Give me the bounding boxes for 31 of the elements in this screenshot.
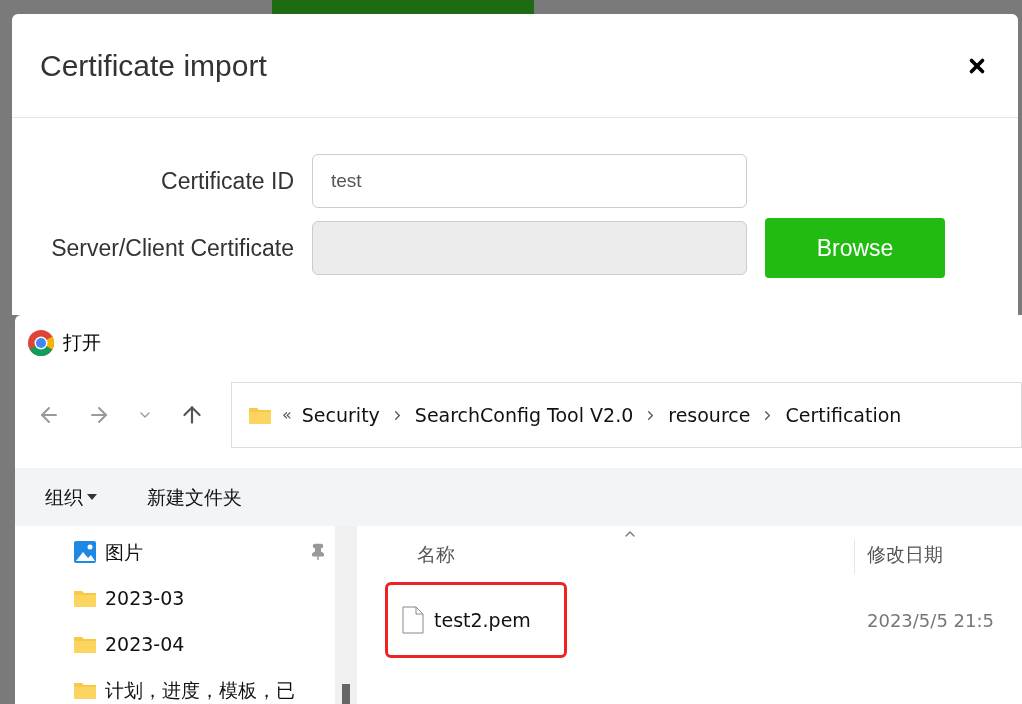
column-header[interactable]: 修改日期 xyxy=(855,539,943,574)
pin-icon[interactable] xyxy=(309,543,327,561)
folder-icon xyxy=(248,405,272,425)
modified-date: 2023/5/5 21:5 xyxy=(866,608,994,633)
picture-icon xyxy=(73,540,97,564)
folder-icon xyxy=(73,634,97,654)
field-label: Certificate ID xyxy=(160,166,295,196)
organize-menu[interactable]: 组织 xyxy=(45,482,97,512)
file-icon xyxy=(402,606,424,634)
file-item[interactable]: test2.pem xyxy=(385,582,567,658)
nav-item[interactable]: 2023-04 xyxy=(73,630,327,658)
address-bar[interactable]: « Security SearchConfig Tool V2.0 resource Certification xyxy=(231,382,1022,448)
folder-icon xyxy=(73,680,97,700)
path-overflow[interactable]: « xyxy=(282,403,292,427)
dialog-title: 打开 xyxy=(63,330,101,356)
path-segment[interactable]: SearchConfig Tool V2.0 xyxy=(414,400,634,430)
nav-item[interactable]: 2023-03 xyxy=(73,584,327,612)
path-segment[interactable]: Security xyxy=(301,400,380,430)
input-field[interactable]: test xyxy=(312,154,747,208)
scrollbar-thumb[interactable] xyxy=(342,684,350,704)
new-folder-button[interactable]: 新建文件夹 xyxy=(147,482,242,512)
modal-title: Certificate import xyxy=(40,48,267,84)
nav-item[interactable]: 图片 xyxy=(73,538,327,566)
browser-logo-icon xyxy=(27,328,55,357)
field-label: Server/Client Certificate xyxy=(50,233,295,263)
column-header[interactable]: 名称 xyxy=(357,539,855,574)
path-segment[interactable]: Certification xyxy=(785,400,902,430)
path-segment[interactable]: resource xyxy=(668,400,751,430)
nav-item[interactable]: 计划，进度，模板，已 xyxy=(73,676,327,704)
caret-icon xyxy=(87,494,97,500)
folder-icon xyxy=(73,588,97,608)
